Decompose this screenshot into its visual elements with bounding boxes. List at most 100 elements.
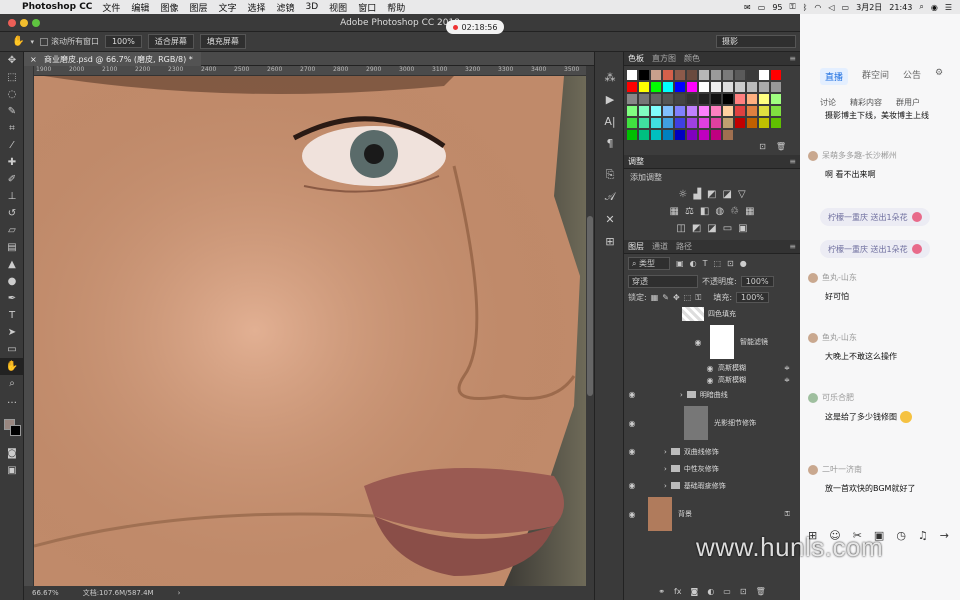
paragraph-panel-icon[interactable]: ¶ [595,132,625,154]
color-swatch[interactable] [723,82,733,92]
more-tools-icon[interactable]: … [0,392,24,409]
color-swatch[interactable] [675,82,685,92]
chat-user-name[interactable]: 二叶一济南 [822,464,862,475]
scissors-icon[interactable]: ✂ [853,529,862,542]
apps-icon[interactable]: ⊞ [808,529,817,542]
lock-icon[interactable]: ⚿ [785,510,790,519]
history-brush-tool-icon[interactable]: ↺ [0,205,24,222]
menu-type[interactable]: 文字 [218,1,236,14]
tab-channels[interactable]: 通道 [652,241,668,252]
color-swatch[interactable] [663,118,673,128]
delete-swatch-icon[interactable]: 🗑 [776,142,786,151]
filter-type-icon[interactable]: T [703,259,708,268]
color-swatch[interactable] [771,118,781,128]
layers-menu-icon[interactable]: ≡ [789,242,796,251]
crop-tool-icon[interactable]: ⌗ [0,120,24,137]
color-swatch[interactable] [759,118,769,128]
play-action-icon[interactable]: ▶ [595,88,625,110]
brush-tool-icon[interactable]: ✐ [0,171,24,188]
quick-mask-icon[interactable]: ◙ [0,445,24,462]
menu-file[interactable]: 文件 [102,1,120,14]
tab-color[interactable]: 颜色 [684,53,700,64]
color-swatch[interactable] [759,94,769,104]
chat-user-name[interactable]: 呆萌多多趣-长沙郴州 [822,150,897,161]
tab-histogram[interactable]: 直方图 [652,53,676,64]
color-swatch[interactable] [663,130,673,140]
eye-icon[interactable]: ◉ [624,481,640,490]
color-swatch[interactable] [651,130,661,140]
eye-icon[interactable]: ◉ [624,510,640,519]
tab-live[interactable]: 直播 [820,68,849,85]
fit-screen-button[interactable]: 适合屏幕 [147,34,194,49]
eye-icon[interactable]: ◉ [690,338,706,347]
lock-move-icon[interactable]: ✥ [673,293,680,302]
clone-stamp-tool-icon[interactable]: ⊥ [0,188,24,205]
avatar[interactable] [808,272,818,283]
screen-mode-icon[interactable]: ▣ [0,462,24,479]
clock-icon[interactable]: ◷ [896,529,906,542]
color-swatch[interactable] [711,130,721,140]
color-swatch[interactable] [687,82,697,92]
photo-filter-icon[interactable]: ◍ [715,206,724,217]
selective-color-icon[interactable]: ▣ [738,223,747,234]
layer-row[interactable]: ◉ 高斯模糊 ≑ [624,362,800,374]
fill-input[interactable]: 100% [736,292,769,303]
wifi-icon[interactable]: ◠ [814,3,821,12]
filter-options-icon[interactable]: ≑ [784,364,790,372]
color-swatch[interactable] [627,130,637,140]
layer-row[interactable]: ◉ › 基础瑕疵修饰 [624,477,800,494]
color-swatch[interactable] [747,118,757,128]
color-swatch[interactable] [735,118,745,128]
eye-icon[interactable]: ◉ [624,390,640,399]
notification-icon[interactable]: ☰ [945,3,952,12]
siri-icon[interactable]: ◉ [931,3,938,12]
color-swatch[interactable] [747,82,757,92]
invert-icon[interactable]: ◫ [676,223,685,234]
pen-tool-icon[interactable]: ✒ [0,290,24,307]
opacity-input[interactable]: 100% [740,276,774,287]
color-swatch[interactable] [675,106,685,116]
gradient-tool-icon[interactable]: ▤ [0,239,24,256]
move-tool-icon[interactable]: ✥ [0,52,24,69]
eyedropper-tool-icon[interactable]: ⁄ [0,137,24,154]
color-swatch[interactable] [699,106,709,116]
avatar[interactable] [808,332,818,343]
scroll-all-windows-option[interactable]: 滚动所有窗口 [39,36,99,47]
chat-user-name[interactable]: 可乐合肥 [822,392,854,403]
color-swatch[interactable] [771,82,781,92]
marquee-tool-icon[interactable]: ⬚ [0,69,24,86]
healing-brush-tool-icon[interactable]: ✚ [0,154,24,171]
character-panel-icon[interactable]: A| [595,110,625,132]
close-tab-icon[interactable]: × [30,55,37,64]
lasso-tool-icon[interactable]: ◌ [0,86,24,103]
color-balance-icon[interactable]: ⚖ [685,206,694,217]
minimize-window-icon[interactable] [20,19,28,27]
menu-image[interactable]: 图像 [160,1,178,14]
hand-tool-icon[interactable]: ✋ [0,358,24,375]
color-lookup-icon[interactable]: ▦ [745,206,754,217]
bell-icon[interactable]: ♫ [918,529,928,542]
lock-artboard-icon[interactable]: ⬚ [684,293,692,302]
color-swatch[interactable] [735,94,745,104]
glyphs-panel-icon[interactable]: 𝒜 [595,186,625,208]
type-tool-icon[interactable]: T [0,307,24,324]
chat-user-name[interactable]: 鱼丸-山东 [822,332,857,343]
tab-group-users[interactable]: 群用户 [896,97,920,108]
search-icon[interactable]: ⌕ [919,2,923,12]
filter-smart-icon[interactable]: ⊡ [727,259,734,268]
new-group-icon[interactable]: ▭ [723,587,731,596]
black-white-icon[interactable]: ◧ [700,206,709,217]
image-canvas[interactable] [34,76,586,586]
chevron-right-icon[interactable]: › [680,391,683,399]
color-swatch[interactable] [735,70,745,80]
lock-pixels-icon[interactable]: ▦ [651,293,659,302]
layer-row[interactable]: ◉ 光影细节修饰 [624,403,800,443]
chat-user-name[interactable]: 鱼丸-山东 [822,272,857,283]
color-swatch[interactable] [771,94,781,104]
eye-icon[interactable]: ◉ [624,419,640,428]
image-icon[interactable]: ▣ [874,529,884,542]
color-swatch[interactable] [735,106,745,116]
curves-icon[interactable]: ◩ [707,189,716,200]
zoom-tool-icon[interactable]: ⌕ [0,375,24,392]
background-color-swatch[interactable] [10,425,21,436]
